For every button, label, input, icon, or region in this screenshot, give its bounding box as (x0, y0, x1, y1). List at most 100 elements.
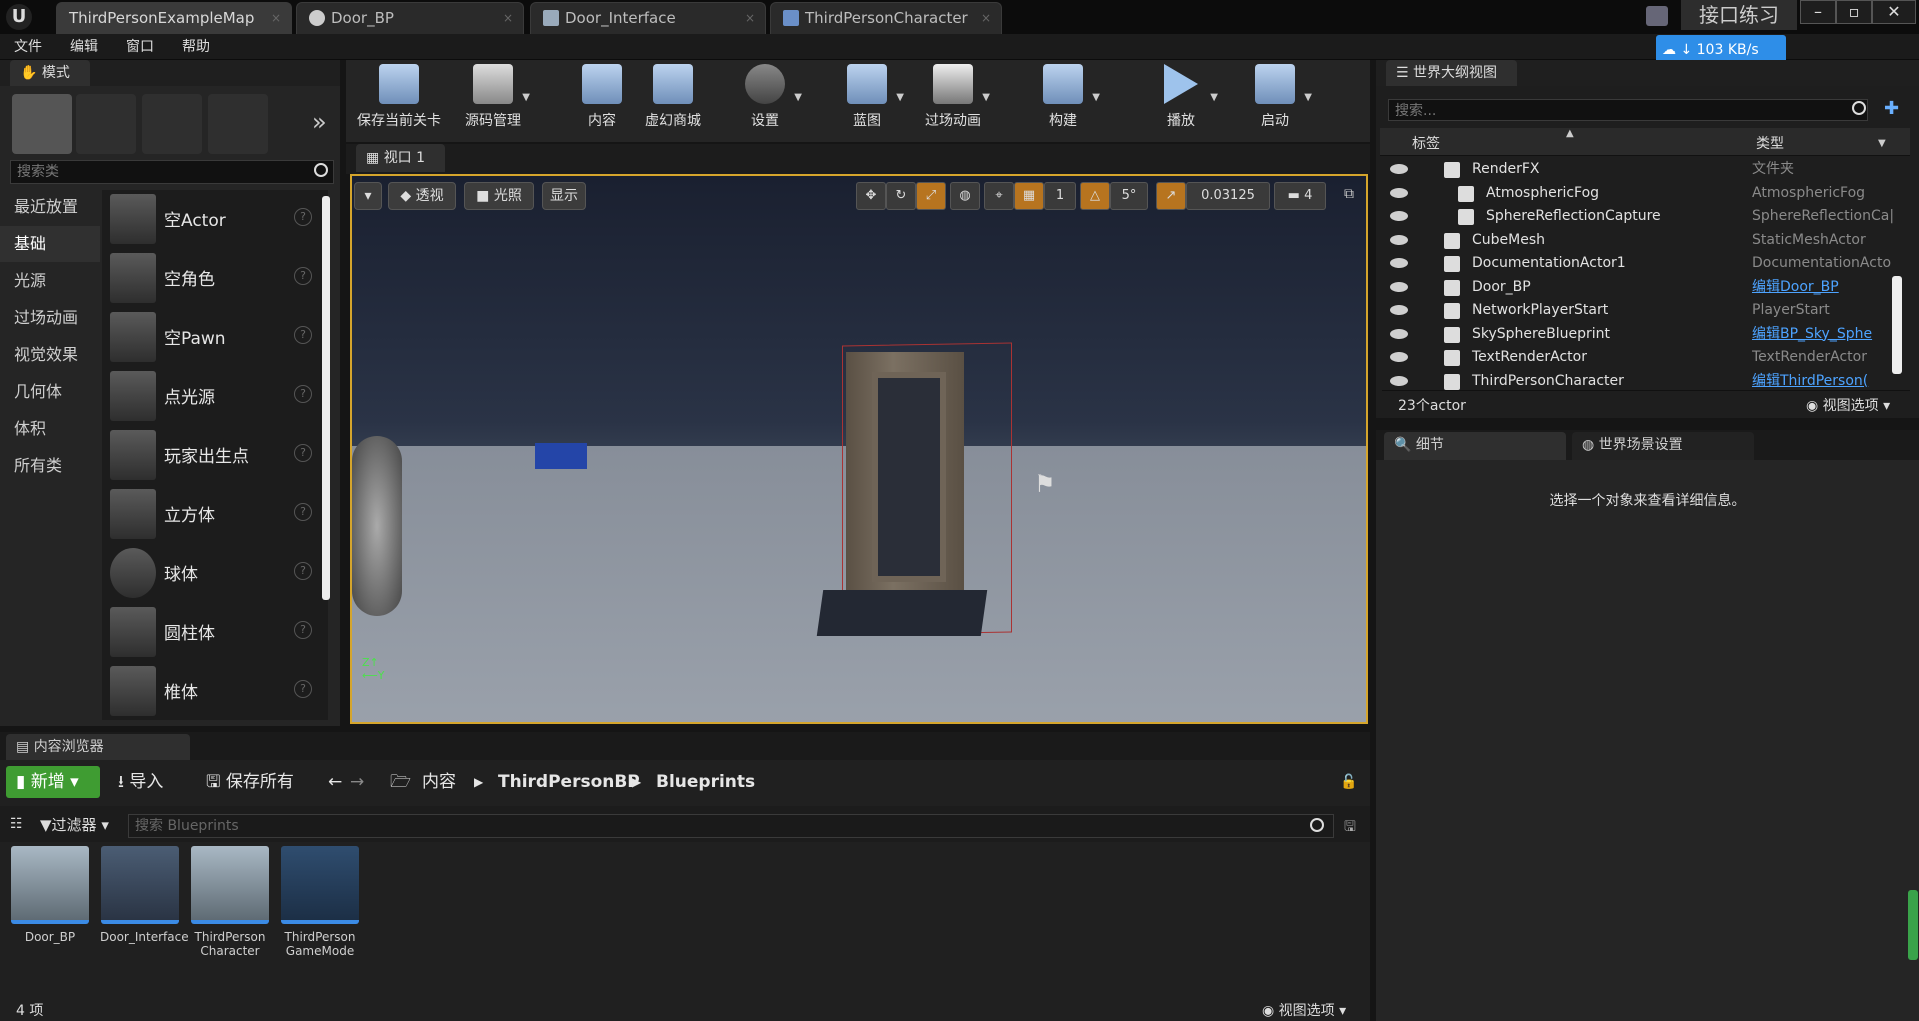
maximize-button[interactable]: ▫ (1836, 0, 1872, 24)
help-icon[interactable]: ? (294, 208, 312, 226)
dropdown-arrow-icon[interactable]: ▼ (1210, 92, 1218, 103)
view-options-button[interactable]: ◉ 视图选项 ▾ (1806, 395, 1890, 415)
help-icon[interactable]: ? (294, 503, 312, 521)
marketplace-button[interactable]: 虚幻商城 (630, 62, 716, 138)
path-blueprints[interactable]: Blueprints (656, 766, 755, 798)
blueprints-search-input[interactable]: 搜索 Blueprints (128, 814, 1334, 838)
edit-blueprint-link[interactable]: 编辑Door_BP (1752, 276, 1902, 299)
world-local-icon[interactable]: ◍ (950, 182, 980, 210)
viewport-canvas[interactable]: ⚑ Z↑ ⟵Y (350, 174, 1368, 724)
folder-icon[interactable]: 🗁 (390, 766, 411, 798)
source-control-button[interactable]: 源码管理 ▼ (450, 62, 536, 138)
place-item-empty-character[interactable]: 空角色? (110, 249, 320, 307)
menu-window[interactable]: 窗口 (112, 34, 168, 60)
category-basic[interactable]: 基础 (0, 226, 100, 262)
sort-icon[interactable]: ▲ (1566, 128, 1574, 139)
help-icon[interactable]: ? (294, 621, 312, 639)
launch-button[interactable]: 启动 ▼ (1232, 62, 1318, 138)
place-item-cone[interactable]: 椎体? (110, 662, 320, 720)
place-item-sphere[interactable]: 球体? (110, 544, 320, 602)
outliner-row[interactable]: DocumentationActor1 DocumentationActo (1382, 252, 1910, 275)
help-icon[interactable]: ? (294, 326, 312, 344)
category-recent[interactable]: 最近放置 (0, 189, 100, 225)
tab-door-interface[interactable]: Door_Interface × (530, 2, 766, 34)
filters-button[interactable]: ▼过滤器 ▾ (40, 814, 109, 835)
lighting-button[interactable]: ■ 光照 (464, 182, 534, 210)
viewport-options-button[interactable]: ▾ (354, 182, 382, 210)
outliner-row[interactable]: RenderFX 文件夹 (1382, 158, 1910, 181)
details-tab[interactable]: 🔍 细节 (1384, 432, 1566, 460)
place-item-cylinder[interactable]: 圆柱体? (110, 603, 320, 661)
type-column[interactable]: 类型 (1756, 133, 1784, 153)
side-handle[interactable] (1908, 890, 1918, 960)
player-start-flag-icon[interactable]: ⚑ (1034, 470, 1062, 502)
perspective-button[interactable]: ◆ 透视 (388, 182, 456, 210)
content-browser-tab[interactable]: ▤ 内容浏览器 (6, 734, 190, 760)
help-icon[interactable]: ? (294, 385, 312, 403)
visibility-eye-icon[interactable] (1390, 164, 1408, 174)
close-icon[interactable]: × (745, 3, 755, 33)
build-button[interactable]: 构建 ▼ (1020, 62, 1106, 138)
tab-third-person-character[interactable]: ThirdPersonCharacter × (770, 2, 1002, 34)
place-item-point-light[interactable]: 点光源? (110, 367, 320, 425)
close-window-button[interactable]: ✕ (1872, 0, 1916, 24)
outliner-tab[interactable]: ☰ 世界大纲视图 (1386, 60, 1518, 86)
outliner-row[interactable]: SphereReflectionCapture SphereReflectionC… (1382, 205, 1910, 228)
paint-mode-icon[interactable] (76, 94, 136, 154)
rotate-icon[interactable]: ↻ (886, 182, 916, 210)
surface-snap-icon[interactable]: ⌖ (984, 182, 1014, 210)
dropdown-arrow-icon[interactable]: ▼ (896, 92, 904, 103)
blueprints-button[interactable]: 蓝图 ▼ (824, 62, 910, 138)
edit-blueprint-link[interactable]: 编辑BP_Sky_Sphe (1752, 323, 1902, 346)
visibility-eye-icon[interactable] (1390, 187, 1408, 198)
modes-tab[interactable]: ✋ 模式 (10, 60, 90, 86)
save-search-icon[interactable]: 🖫 (1344, 816, 1356, 840)
landscape-mode-icon[interactable] (142, 94, 202, 154)
outliner-row[interactable]: TextRenderActor TextRenderActor (1382, 346, 1910, 369)
scale-snap-icon[interactable]: ↗ (1156, 182, 1186, 210)
show-button[interactable]: 显示 (542, 182, 586, 210)
add-new-button[interactable]: ▮ 新增 ▾ (6, 766, 100, 798)
unreal-logo-icon[interactable]: U (6, 4, 32, 30)
character-mesh[interactable] (352, 436, 402, 616)
dropdown-arrow-icon[interactable]: ▼ (982, 92, 990, 103)
help-icon[interactable]: ? (294, 680, 312, 698)
place-item-empty-actor[interactable]: 空Actor? (110, 190, 320, 248)
visibility-eye-icon[interactable] (1390, 281, 1408, 292)
minimize-button[interactable]: – (1800, 0, 1836, 24)
outliner-row[interactable]: NetworkPlayerStart PlayerStart (1382, 299, 1910, 322)
settings-button[interactable]: 设置 ▼ (722, 62, 808, 138)
door-panel[interactable] (872, 372, 946, 582)
foliage-mode-icon[interactable] (208, 94, 268, 154)
grid-snap-value[interactable]: 1 (1044, 182, 1076, 210)
dropdown-arrow-icon[interactable]: ▼ (794, 92, 802, 103)
category-visual-effects[interactable]: 视觉效果 (0, 337, 100, 373)
rotation-snap-icon[interactable]: △ (1080, 182, 1110, 210)
dropdown-arrow-icon[interactable]: ▼ (522, 92, 530, 103)
asset-third-person-character[interactable]: ThirdPerson Character (190, 846, 270, 958)
import-button[interactable]: ⭳ 导入 (118, 766, 163, 798)
outliner-row[interactable]: Door_BP 编辑Door_BP (1382, 276, 1910, 299)
tab-third-person-example-map[interactable]: ThirdPersonExampleMap × (56, 2, 292, 34)
viewport-tab[interactable]: ▦ 视口 1 (356, 144, 446, 172)
visibility-eye-icon[interactable] (1390, 375, 1408, 386)
menu-file[interactable]: 文件 (0, 34, 56, 60)
scrollbar[interactable] (322, 196, 330, 600)
visibility-eye-icon[interactable] (1390, 258, 1408, 268)
category-volumes[interactable]: 体积 (0, 411, 100, 447)
asset-third-person-gamemode[interactable]: ThirdPerson GameMode (280, 846, 360, 958)
close-icon[interactable]: × (271, 3, 281, 33)
outliner-search-input[interactable]: 搜索... (1388, 99, 1868, 121)
forward-button[interactable]: → (350, 766, 364, 798)
outliner-row[interactable]: CubeMesh StaticMeshActor (1382, 229, 1910, 252)
play-button[interactable]: 播放 ▼ (1138, 62, 1224, 138)
place-item-player-start[interactable]: 玩家出生点? (110, 426, 320, 484)
grid-snap-icon[interactable]: ▦ (1014, 182, 1044, 210)
graduation-cap-icon[interactable] (1646, 6, 1668, 26)
category-lights[interactable]: 光源 (0, 263, 100, 299)
close-icon[interactable]: × (981, 3, 991, 33)
cinematics-button[interactable]: 过场动画 ▼ (910, 62, 996, 138)
close-icon[interactable]: × (503, 3, 513, 33)
visibility-eye-icon[interactable] (1390, 234, 1408, 245)
outliner-row[interactable]: SkySphereBlueprint 编辑BP_Sky_Sphe (1382, 323, 1910, 346)
